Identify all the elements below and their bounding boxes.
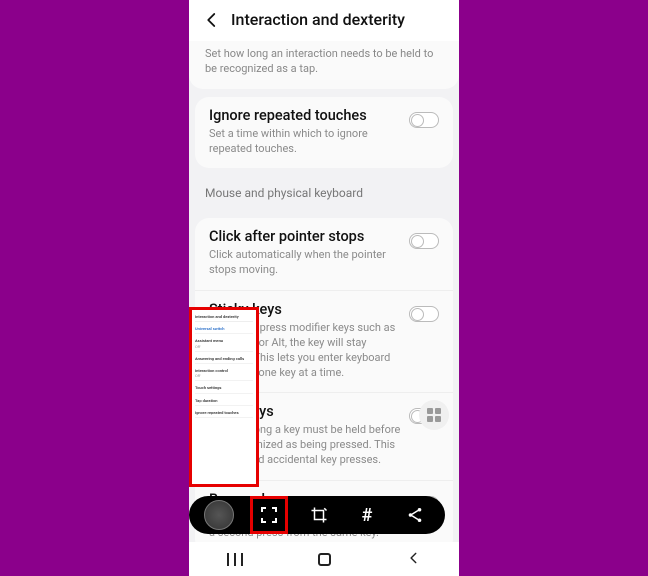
row-title: Ignore repeated touches xyxy=(209,107,401,124)
nav-back-button[interactable] xyxy=(407,550,421,569)
row-sub: Click automatically when the pointer sto… xyxy=(209,248,401,278)
scroll-capture-icon xyxy=(261,507,277,523)
tap-duration-desc: Set how long an interaction needs to be … xyxy=(189,41,459,89)
header: Interaction and dexterity xyxy=(189,0,459,41)
toggle-sticky-keys[interactable] xyxy=(409,306,439,322)
row-title: Click after pointer stops xyxy=(209,228,401,245)
navigation-bar xyxy=(189,542,459,576)
card-touch: Ignore repeated touches Set a time withi… xyxy=(195,97,453,169)
floating-apps-button[interactable] xyxy=(419,400,449,430)
scroll-capture-button[interactable] xyxy=(250,496,288,534)
nav-home-button[interactable] xyxy=(318,553,331,566)
toggle-ignore-repeated[interactable] xyxy=(409,112,439,128)
crop-icon xyxy=(310,506,328,524)
section-mouse-keyboard: Mouse and physical keyboard xyxy=(189,176,459,210)
share-icon xyxy=(406,506,424,524)
screenshot-thumbnail[interactable]: Interaction and dexterity Universal swit… xyxy=(189,307,259,487)
tag-button[interactable]: # xyxy=(350,498,384,532)
screenshot-preview-button[interactable] xyxy=(202,498,236,532)
screenshot-toolbar: # xyxy=(189,496,445,534)
crop-button[interactable] xyxy=(302,498,336,532)
back-icon[interactable] xyxy=(203,11,221,29)
phone-frame: Interaction and dexterity Set how long a… xyxy=(189,0,459,576)
hash-icon: # xyxy=(362,505,373,526)
apps-grid-icon xyxy=(427,408,441,422)
nav-recents-button[interactable] xyxy=(227,553,243,566)
toggle-click-after-pointer[interactable] xyxy=(409,233,439,249)
row-sub: Set a time within which to ignore repeat… xyxy=(209,127,401,157)
row-ignore-repeated[interactable]: Ignore repeated touches Set a time withi… xyxy=(195,97,453,169)
share-button[interactable] xyxy=(398,498,432,532)
thumbnail-content: Interaction and dexterity Universal swit… xyxy=(192,310,256,484)
page-title: Interaction and dexterity xyxy=(231,10,405,29)
row-click-after-pointer[interactable]: Click after pointer stops Click automati… xyxy=(195,218,453,291)
preview-thumb-icon xyxy=(204,500,234,530)
